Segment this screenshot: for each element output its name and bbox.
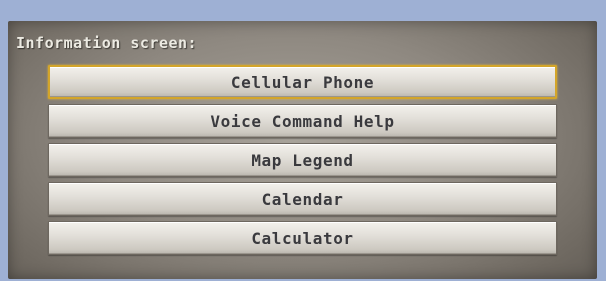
navigation-display: Information screen: Cellular Phone Voice…: [8, 21, 597, 279]
menu-item-map-legend[interactable]: Map Legend: [48, 143, 557, 177]
menu-item-calculator[interactable]: Calculator: [48, 221, 557, 255]
page-frame: Information screen: Cellular Phone Voice…: [0, 0, 606, 281]
menu-item-label: Voice Command Help: [210, 111, 395, 131]
menu-item-voice-command-help[interactable]: Voice Command Help: [48, 104, 557, 138]
menu-item-label: Calendar: [261, 189, 344, 209]
information-menu: Cellular Phone Voice Command Help Map Le…: [48, 65, 557, 260]
menu-item-label: Calculator: [251, 228, 354, 248]
screen-title: Information screen:: [16, 34, 198, 52]
menu-item-calendar[interactable]: Calendar: [48, 182, 557, 216]
menu-item-cellular-phone[interactable]: Cellular Phone: [48, 65, 557, 99]
menu-item-label: Cellular Phone: [230, 72, 375, 92]
menu-item-label: Map Legend: [251, 150, 354, 170]
